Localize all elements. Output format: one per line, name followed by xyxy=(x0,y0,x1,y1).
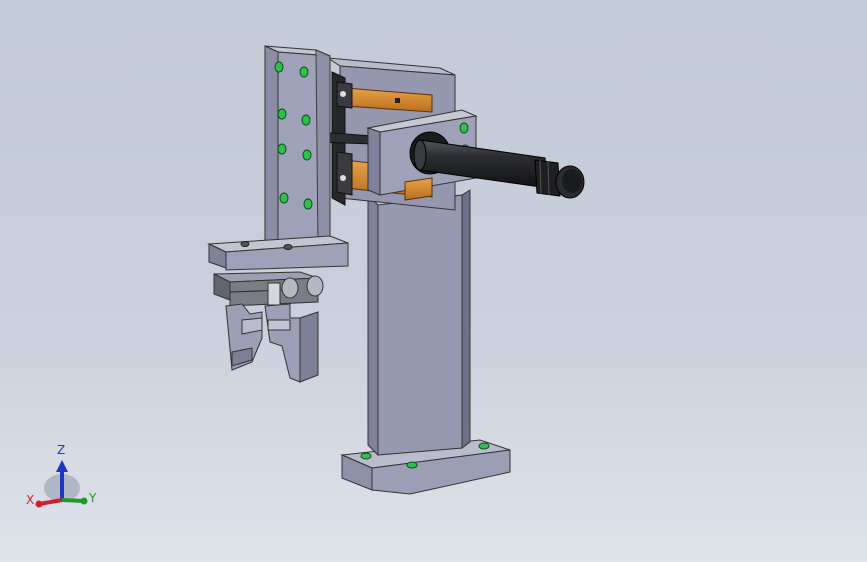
assembly-model[interactable] xyxy=(0,0,867,562)
block-screw-icon xyxy=(459,122,469,134)
rail-screw-icon xyxy=(395,98,400,103)
y-axis-label: Y xyxy=(89,491,97,505)
plate-screw-icon xyxy=(279,192,289,204)
plate-screw-icon xyxy=(299,66,309,78)
z-axis-label: Z xyxy=(57,443,66,457)
support-column xyxy=(367,189,471,457)
x-axis-label: X xyxy=(26,493,35,507)
base-screw-icon xyxy=(478,442,490,450)
vertical-arm-plate xyxy=(264,45,331,249)
gripper-fingers xyxy=(225,303,319,383)
plate-screw-icon xyxy=(277,108,287,120)
cad-viewport[interactable]: Z X Y xyxy=(0,0,867,562)
base-screw-icon xyxy=(360,452,372,460)
plate-screw-icon xyxy=(302,149,312,161)
plate-screw-icon xyxy=(274,61,284,73)
coordinate-triad[interactable]: Z X Y xyxy=(22,440,102,520)
base-screw-icon xyxy=(406,461,418,469)
plate-screw-icon xyxy=(301,114,311,126)
plate-screw-icon xyxy=(277,143,287,155)
gripper-head xyxy=(207,235,349,307)
plate-screw-icon xyxy=(303,198,313,210)
x-axis-icon xyxy=(38,498,63,506)
